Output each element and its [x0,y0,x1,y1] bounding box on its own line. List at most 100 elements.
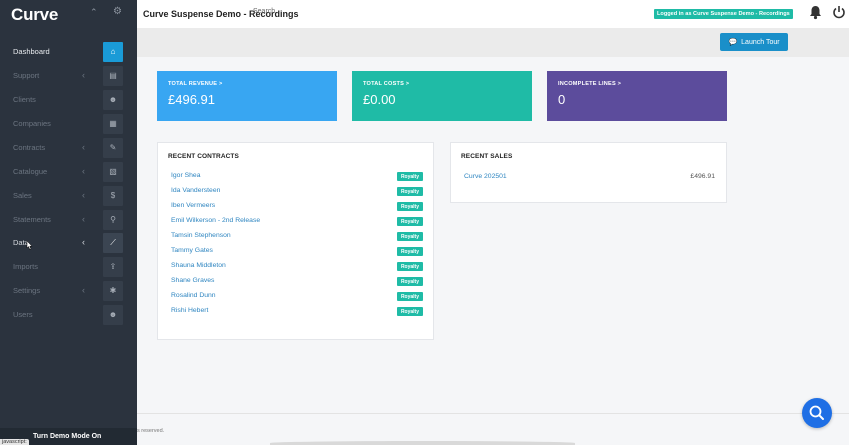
royalty-badge: Royalty [396,172,423,181]
list-item: Shauna Middleton Royalty [171,261,423,273]
table-icon[interactable]: ▤ [103,66,123,86]
contract-link[interactable]: Tammy Gates [171,247,213,254]
sidebar-item-statements[interactable]: Statements ‹ ⚲ [0,210,137,232]
chevron-left-icon: ‹ [82,142,85,152]
settings-icon[interactable]: ⚙ [113,6,122,17]
sidebar-item-companies[interactable]: Companies ▦ [0,114,137,136]
bottom-overlay [270,441,575,445]
sidebar-item-contracts[interactable]: Contracts ‹ ✎ [0,138,137,160]
stat-value: £496.91 [168,92,215,107]
chevron-left-icon: ‹ [82,285,85,295]
list-item: Curve 202501 £496.91 [464,173,715,185]
launch-tour-button[interactable]: 💬 Launch Tour [720,33,788,51]
search-icon [809,405,824,420]
chevron-left-icon: ‹ [82,70,85,80]
sidebar-item-imports[interactable]: Imports ⇪ [0,257,137,279]
royalty-badge: Royalty [396,292,423,301]
sidebar-item-label: Contracts [13,143,46,152]
power-icon[interactable] [832,5,846,20]
list-item: Iben Vermeers Royalty [171,201,423,213]
sale-amount: £496.91 [690,173,715,180]
royalty-badge: Royalty [396,232,423,241]
sidebar-item-data[interactable]: Data ‹ ⟋ [0,233,137,255]
sale-link[interactable]: Curve 202501 [464,173,507,180]
contract-link[interactable]: Shauna Middleton [171,262,226,269]
list-item: Rishi Hebert Royalty [171,306,423,318]
royalty-badge: Royalty [396,277,423,286]
sidebar-item-label: Settings [13,286,41,295]
sidebar-item-users[interactable]: Users ☻ [0,305,137,327]
dollar-icon[interactable]: $ [103,186,123,206]
list-item: Shane Graves Royalty [171,276,423,288]
contract-link[interactable]: Ida Vandersteen [171,187,220,194]
contract-link[interactable]: Rosalind Dunn [171,292,216,299]
royalty-badge: Royalty [396,202,423,211]
stat-label: INCOMPLETE LINES > [558,81,622,87]
total-costs-card[interactable]: TOTAL COSTS > £0.00 [352,71,532,121]
login-status-badge: Logged in as Curve Suspense Demo - Recor… [654,9,793,19]
footer-divider [137,413,849,414]
sidebar-item-label: Users [13,310,33,319]
chevron-left-icon: ‹ [82,166,85,176]
brand-row: Curve ⌃ ⚙ [0,0,137,28]
stat-label: TOTAL REVENUE > [168,81,223,87]
royalty-badge: Royalty [396,307,423,316]
page-title: Curve Suspense Demo - Recordings [143,9,299,19]
sidebar-item-label: Imports [13,262,39,271]
incomplete-lines-card[interactable]: INCOMPLETE LINES > 0 [547,71,727,121]
demo-mode-label: Turn Demo Mode On [33,433,102,440]
users-icon[interactable]: ☻ [103,90,123,110]
logo[interactable]: Curve [11,5,58,25]
sidebar-item-settings[interactable]: Settings ‹ ✱ [0,281,137,303]
total-revenue-card[interactable]: TOTAL REVENUE > £496.91 [157,71,337,121]
recent-sales-panel: RECENT SALES Curve 202501 £496.91 [450,142,727,203]
home-icon[interactable]: ⌂ [103,42,123,62]
royalty-badge: Royalty [396,217,423,226]
stat-label: TOTAL COSTS > [363,81,410,87]
paperclip-icon[interactable]: ⚲ [103,210,123,230]
pencil-icon[interactable]: ✎ [103,138,123,158]
chevron-left-icon: ‹ [82,214,85,224]
book-icon[interactable]: ▧ [103,162,123,182]
upload-icon[interactable]: ⇪ [103,257,123,277]
sidebar-item-label: Support [13,71,40,80]
users-icon[interactable]: ☻ [103,305,123,325]
royalty-badge: Royalty [396,187,423,196]
royalty-badge: Royalty [396,247,423,256]
list-item: Tamsin Stephenson Royalty [171,231,423,243]
contract-link[interactable]: Shane Graves [171,277,214,284]
contract-link[interactable]: Emil Wilkerson - 2nd Release [171,217,260,224]
stat-value: 0 [558,92,566,107]
sidebar-item-support[interactable]: Support ‹ ▤ [0,66,137,88]
bell-icon[interactable] [809,5,822,20]
pointer-cursor-icon [26,241,33,250]
sidebar-item-label: Clients [13,95,36,104]
sidebar-item-label: Statements [13,215,51,224]
collapse-icon[interactable]: ⌃ [90,7,98,18]
contract-link[interactable]: Igor Shea [171,172,200,179]
sidebar-item-label: Dashboard [13,47,50,56]
contract-link[interactable]: Tamsin Stephenson [171,232,231,239]
stat-value: £0.00 [363,92,396,107]
help-search-button[interactable] [802,398,832,428]
footer-copyright: s reserved. [137,428,165,434]
sidebar: Curve ⌃ ⚙ Dashboard ⌂ Support ‹ ▤ Client… [0,0,137,445]
contract-link[interactable]: Rishi Hebert [171,307,208,314]
sidebar-item-dashboard[interactable]: Dashboard ⌂ [0,42,137,64]
chat-icon: 💬 [728,39,738,46]
sidebar-item-catalogue[interactable]: Catalogue ‹ ▧ [0,162,137,184]
chevron-left-icon: ‹ [82,237,85,247]
launch-tour-label: Launch Tour [741,38,780,46]
sidebar-item-clients[interactable]: Clients ☻ [0,90,137,112]
list-item: Tammy Gates Royalty [171,246,423,258]
search-ghost-text: Search [253,8,276,15]
chevron-left-icon: ‹ [82,190,85,200]
browser-status-text: javascript: [0,439,29,445]
building-icon[interactable]: ▦ [103,114,123,134]
gear-icon[interactable]: ✱ [103,281,123,301]
list-item: Emil Wilkerson - 2nd Release Royalty [171,216,423,228]
chart-icon[interactable]: ⟋ [103,233,123,253]
royalty-badge: Royalty [396,262,423,271]
sidebar-item-sales[interactable]: Sales ‹ $ [0,186,137,208]
contract-link[interactable]: Iben Vermeers [171,202,215,209]
